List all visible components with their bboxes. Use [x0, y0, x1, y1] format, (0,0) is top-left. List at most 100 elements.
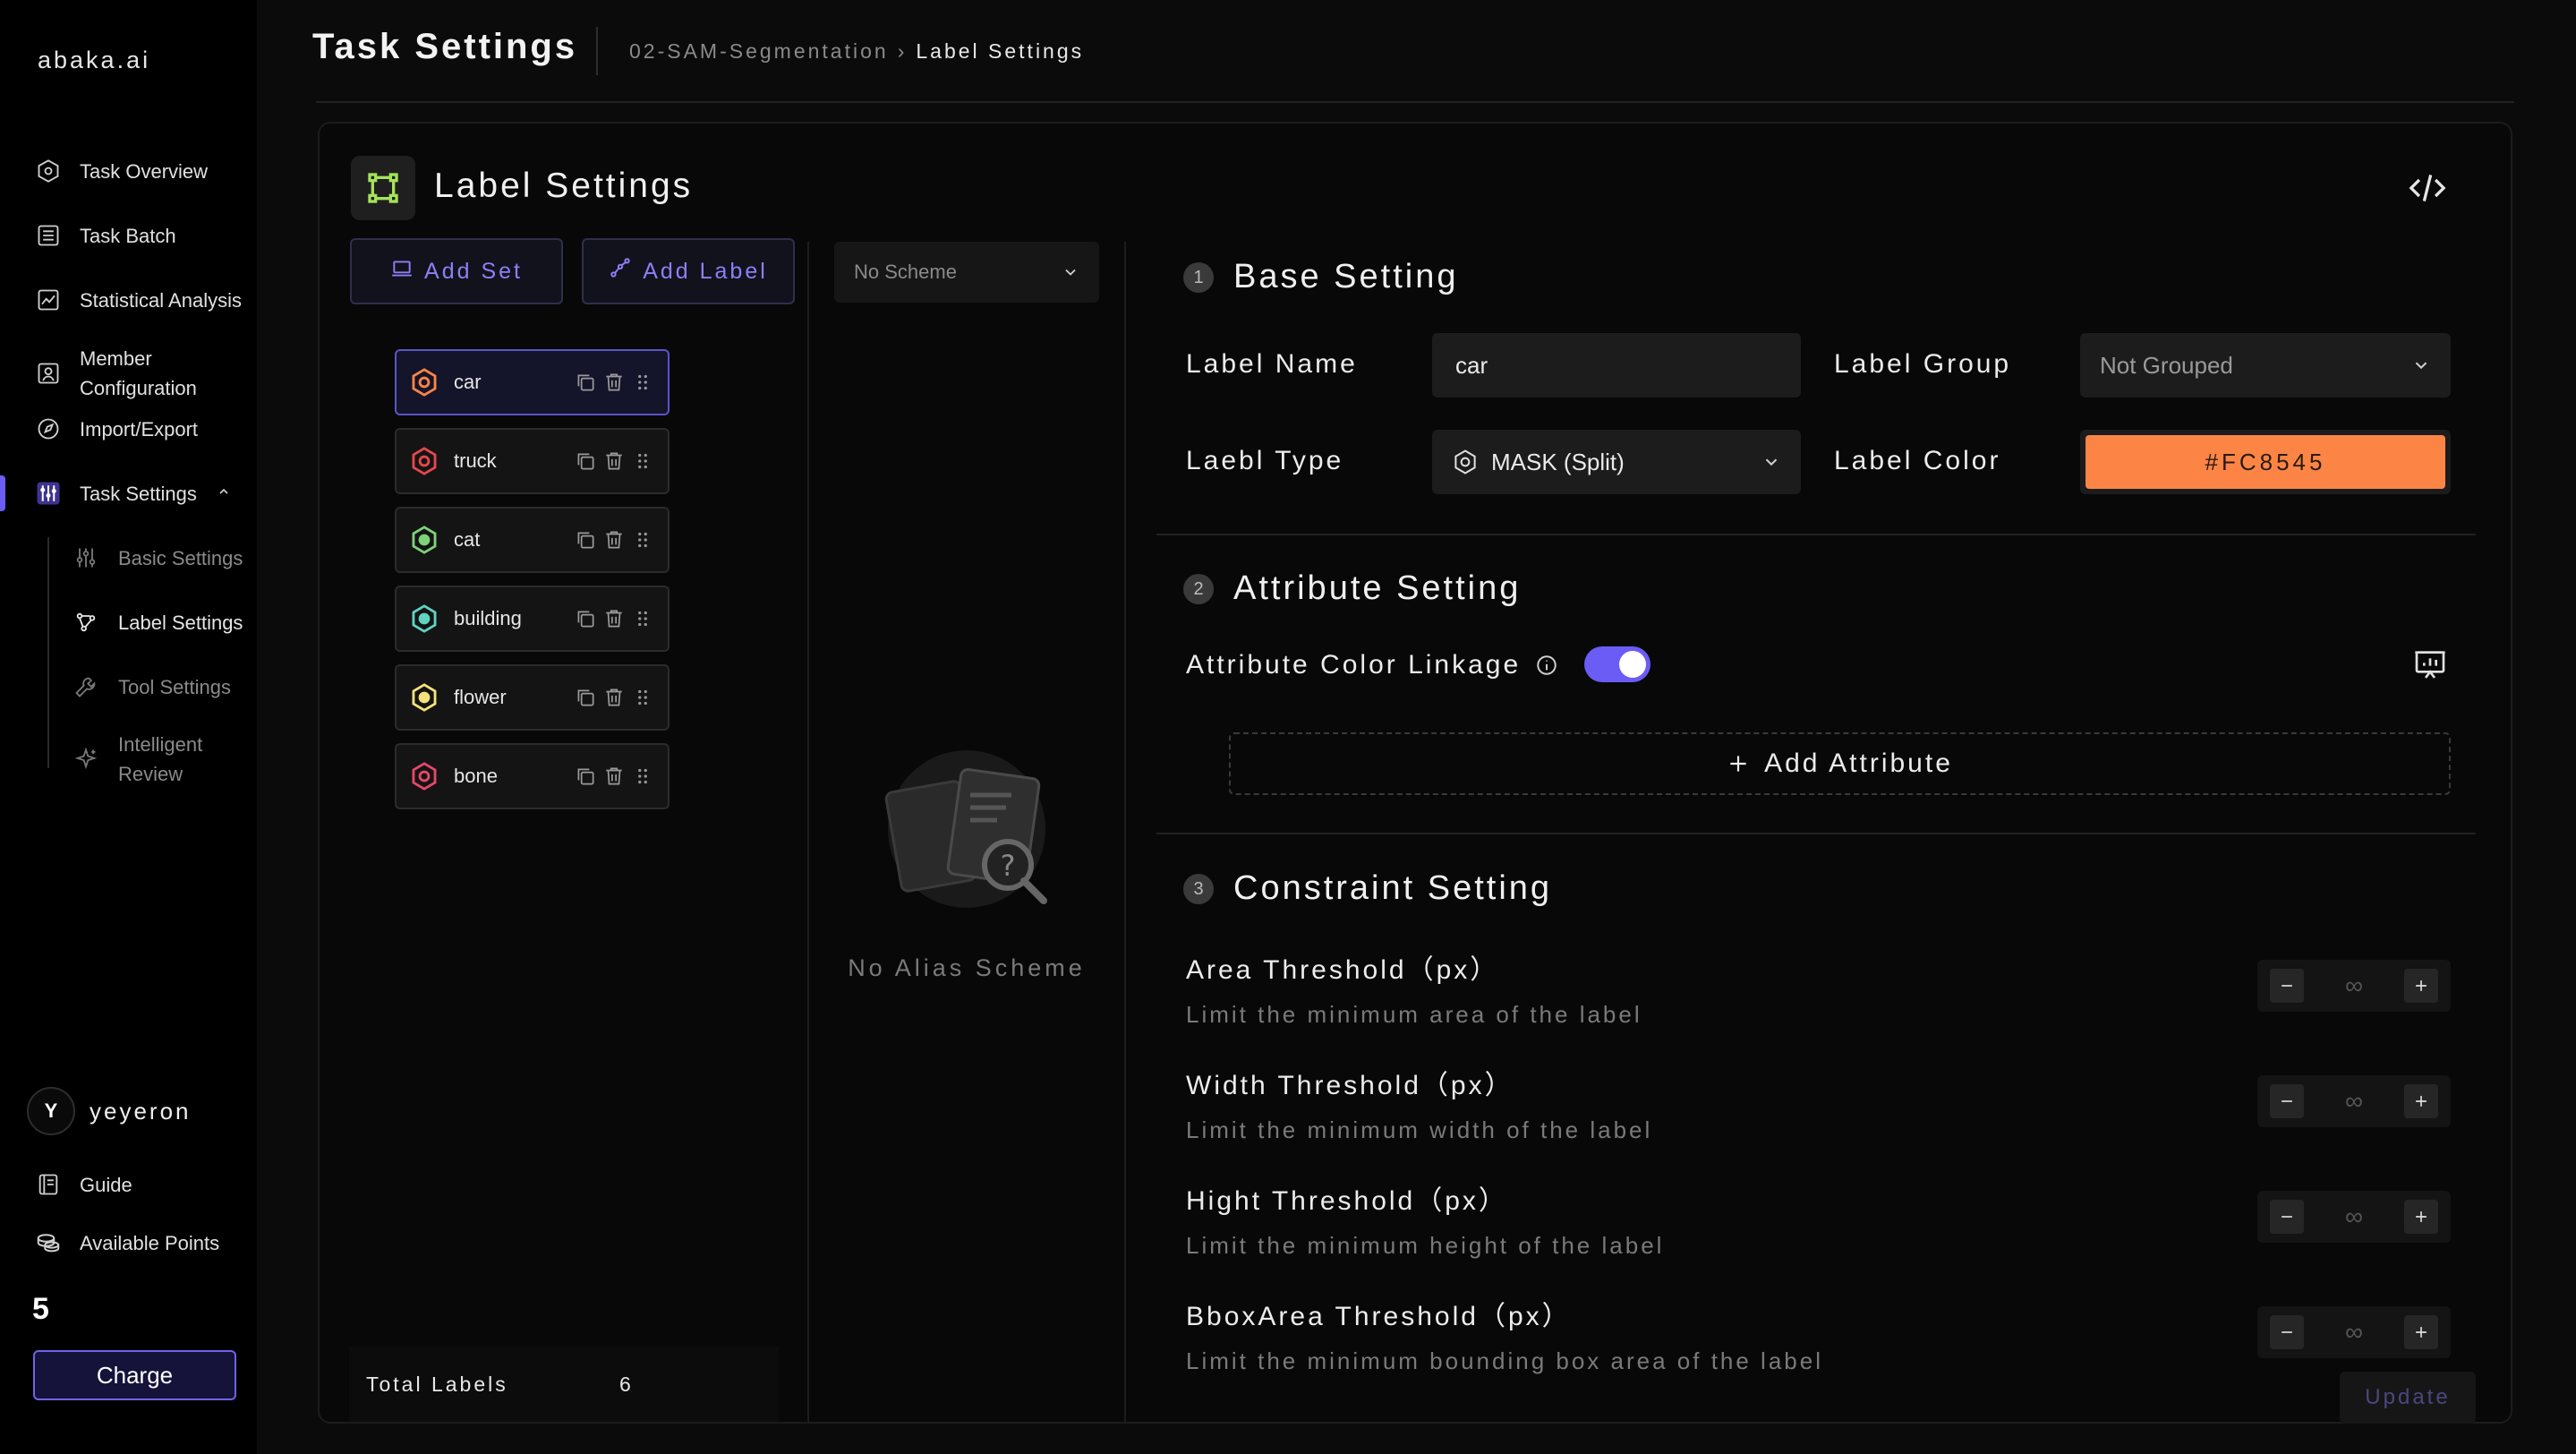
- label-item[interactable]: building: [395, 586, 670, 652]
- presentation-icon[interactable]: [2412, 646, 2448, 687]
- base-setting-title: Base Setting: [1233, 258, 1459, 295]
- trash-icon[interactable]: [602, 607, 626, 630]
- attribute-setting-title: Attribute Setting: [1233, 569, 1522, 607]
- threshold-stepper[interactable]: ∞: [2257, 960, 2451, 1012]
- threshold-value[interactable]: ∞: [2345, 1318, 2363, 1347]
- update-button[interactable]: Update: [2340, 1372, 2476, 1424]
- threshold-value[interactable]: ∞: [2345, 1202, 2363, 1231]
- copy-icon[interactable]: [574, 371, 597, 394]
- label-type-value: MASK (Split): [1491, 448, 1625, 475]
- column-divider: [807, 242, 809, 1422]
- threshold-stepper[interactable]: ∞: [2257, 1191, 2451, 1243]
- label-item[interactable]: bone: [395, 743, 670, 809]
- add-label-button[interactable]: Add Label: [582, 238, 795, 304]
- sidebar-item-import-export[interactable]: Import/Export: [0, 402, 257, 456]
- avatar: Y: [27, 1087, 75, 1135]
- label-name-input[interactable]: car: [1432, 333, 1801, 398]
- attribute-color-linkage-label: Attribute Color Linkage: [1186, 650, 1522, 680]
- svg-text:?: ?: [1001, 849, 1016, 883]
- drag-handle-icon[interactable]: [631, 371, 654, 394]
- sidebar-item-basic-settings[interactable]: Basic Settings: [0, 531, 257, 585]
- guide-link[interactable]: Guide: [0, 1158, 257, 1211]
- available-points-label: Available Points: [80, 1231, 220, 1254]
- chevron-down-icon: [2415, 362, 2427, 370]
- sidebar-item-task-batch[interactable]: Task Batch: [0, 209, 257, 262]
- sidebar-item-label-settings[interactable]: Label Settings: [0, 595, 257, 649]
- attribute-color-linkage-toggle[interactable]: [1584, 646, 1651, 682]
- code-view-icon[interactable]: [2408, 170, 2447, 206]
- label-item[interactable]: car: [395, 349, 670, 415]
- info-icon[interactable]: [1535, 654, 1558, 681]
- label-item[interactable]: cat: [395, 507, 670, 573]
- charge-button[interactable]: Charge: [33, 1350, 236, 1400]
- add-label-label: Add Label: [643, 258, 768, 284]
- threshold-value[interactable]: ∞: [2345, 971, 2363, 1000]
- decrement-button[interactable]: [2270, 1200, 2304, 1234]
- total-labels: Total Labels 6: [349, 1347, 779, 1422]
- label-item-actions: [574, 765, 654, 788]
- label-color-swatch: #FC8545: [2086, 435, 2445, 489]
- available-points-link[interactable]: Available Points: [0, 1216, 257, 1270]
- sidebar-item-statistical-analysis[interactable]: Statistical Analysis: [0, 273, 257, 327]
- constraint-name: Width Threshold（px）: [1186, 1071, 1514, 1100]
- cube-icon: [34, 157, 63, 185]
- drag-handle-icon[interactable]: [631, 607, 654, 630]
- label-item[interactable]: flower: [395, 664, 670, 731]
- drag-handle-icon[interactable]: [631, 765, 654, 788]
- threshold-stepper[interactable]: ∞: [2257, 1075, 2451, 1127]
- compass-icon: [34, 415, 63, 443]
- sidebar-item-tool-settings[interactable]: Tool Settings: [0, 660, 257, 714]
- threshold-value[interactable]: ∞: [2345, 1087, 2363, 1116]
- decrement-button[interactable]: [2270, 1084, 2304, 1118]
- drag-handle-icon[interactable]: [631, 686, 654, 709]
- drag-handle-icon[interactable]: [631, 528, 654, 552]
- constraint-name: Area Threshold（px）: [1186, 955, 1500, 985]
- plus-icon: [1730, 756, 1746, 772]
- sparkle-icon: [72, 745, 100, 774]
- increment-button[interactable]: [2404, 1315, 2438, 1349]
- active-indicator: [0, 475, 5, 511]
- label-type-select[interactable]: MASK (Split): [1432, 430, 1801, 494]
- label-item[interactable]: truck: [395, 428, 670, 494]
- label-group-select[interactable]: Not Grouped: [2080, 333, 2451, 398]
- sidebar-item-label: Member Configuration: [80, 347, 197, 399]
- add-attribute-button[interactable]: Add Attribute: [1229, 732, 2451, 795]
- add-set-button[interactable]: Add Set: [350, 238, 563, 304]
- increment-button[interactable]: [2404, 1084, 2438, 1118]
- user-profile[interactable]: Y yeyeron: [27, 1087, 192, 1135]
- copy-icon[interactable]: [574, 765, 597, 788]
- sidebar-item-member-configuration[interactable]: Member Configuration: [0, 338, 257, 409]
- drag-handle-icon[interactable]: [631, 449, 654, 473]
- increment-button[interactable]: [2404, 1200, 2438, 1234]
- trash-icon[interactable]: [602, 371, 626, 394]
- decrement-button[interactable]: [2270, 969, 2304, 1003]
- scheme-select[interactable]: No Scheme: [834, 242, 1099, 303]
- copy-icon[interactable]: [574, 449, 597, 473]
- decrement-button[interactable]: [2270, 1315, 2304, 1349]
- guide-label: Guide: [80, 1173, 132, 1196]
- label-name-label: Label Name: [1186, 349, 1358, 379]
- label-item-name: flower: [454, 686, 507, 708]
- sidebar-item-label: Import/Export: [80, 417, 199, 440]
- sidebar-item-label: Task Batch: [80, 224, 176, 247]
- copy-icon[interactable]: [574, 686, 597, 709]
- copy-icon[interactable]: [574, 528, 597, 552]
- wrench-icon: [72, 672, 100, 701]
- breadcrumb-project[interactable]: 02-SAM-Segmentation: [629, 39, 889, 64]
- label-item-actions: [574, 686, 654, 709]
- threshold-stepper[interactable]: ∞: [2257, 1306, 2451, 1358]
- trash-icon[interactable]: [602, 765, 626, 788]
- trash-icon[interactable]: [602, 528, 626, 552]
- chart-icon: [34, 286, 63, 314]
- sidebar-item-intelligent-review[interactable]: Intelligent Review: [0, 723, 257, 795]
- label-color-picker[interactable]: #FC8545: [2080, 430, 2451, 494]
- trash-icon[interactable]: [602, 449, 626, 473]
- sidebar-item-label: Basic Settings: [118, 546, 243, 569]
- label-item-name: bone: [454, 765, 498, 787]
- copy-icon[interactable]: [574, 607, 597, 630]
- sidebar-item-task-settings[interactable]: Task Settings: [0, 466, 257, 520]
- trash-icon[interactable]: [602, 686, 626, 709]
- sidebar-item-task-overview[interactable]: Task Overview: [0, 144, 257, 198]
- increment-button[interactable]: [2404, 969, 2438, 1003]
- add-set-label: Add Set: [424, 258, 523, 284]
